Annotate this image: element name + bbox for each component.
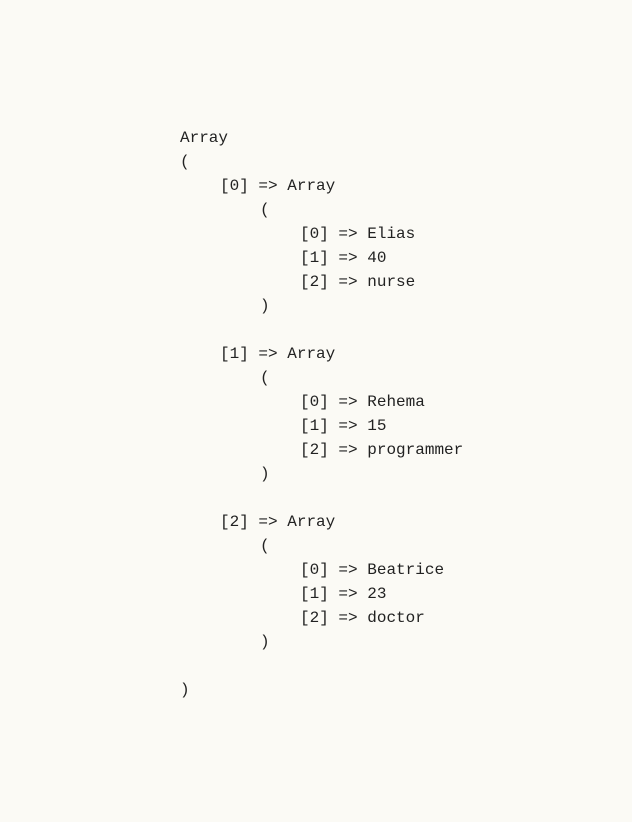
item-value: programmer (367, 441, 463, 459)
entry-index: [1] (220, 345, 249, 363)
item-key: [0] (300, 225, 329, 243)
arrow: => (338, 609, 357, 627)
entry-header: [1] => Array (180, 342, 632, 366)
item-key: [1] (300, 417, 329, 435)
array-item: [1] => 15 (180, 414, 632, 438)
entry-index: [0] (220, 177, 249, 195)
array-header: Array (180, 126, 632, 150)
arrow: => (338, 441, 357, 459)
item-value: Beatrice (367, 561, 444, 579)
open-paren: ( (180, 150, 632, 174)
array-item: [0] => Beatrice (180, 558, 632, 582)
inner-open-paren: ( (180, 534, 632, 558)
item-key: [2] (300, 273, 329, 291)
arrow: => (258, 177, 277, 195)
item-key: [2] (300, 441, 329, 459)
array-item: [2] => doctor (180, 606, 632, 630)
arrow: => (338, 225, 357, 243)
item-value: 15 (367, 417, 386, 435)
inner-open-paren: ( (180, 198, 632, 222)
item-value: doctor (367, 609, 425, 627)
entry-header: [2] => Array (180, 510, 632, 534)
item-key: [0] (300, 561, 329, 579)
inner-array-label: Array (287, 345, 335, 363)
item-value: 23 (367, 585, 386, 603)
inner-close-paren: ) (180, 294, 632, 318)
entry-header: [0] => Array (180, 174, 632, 198)
entry-index: [2] (220, 513, 249, 531)
item-value: nurse (367, 273, 415, 291)
arrow: => (338, 561, 357, 579)
inner-open-paren: ( (180, 366, 632, 390)
array-item: [2] => nurse (180, 270, 632, 294)
arrow: => (338, 249, 357, 267)
arrow: => (338, 585, 357, 603)
arrow: => (338, 393, 357, 411)
blank-line (180, 318, 632, 342)
array-item: [2] => programmer (180, 438, 632, 462)
arrow: => (258, 345, 277, 363)
inner-close-paren: ) (180, 630, 632, 654)
array-item: [0] => Elias (180, 222, 632, 246)
array-item: [1] => 23 (180, 582, 632, 606)
inner-close-paren: ) (180, 462, 632, 486)
item-key: [0] (300, 393, 329, 411)
array-dump: Array([0] => Array([0] => Elias[1] => 40… (180, 126, 632, 702)
arrow: => (258, 513, 277, 531)
inner-array-label: Array (287, 177, 335, 195)
arrow: => (338, 273, 357, 291)
blank-line (180, 654, 632, 678)
blank-line (180, 486, 632, 510)
item-value: Elias (367, 225, 415, 243)
array-item: [1] => 40 (180, 246, 632, 270)
item-value: 40 (367, 249, 386, 267)
item-value: Rehema (367, 393, 425, 411)
close-paren: ) (180, 678, 632, 702)
inner-array-label: Array (287, 513, 335, 531)
array-item: [0] => Rehema (180, 390, 632, 414)
item-key: [2] (300, 609, 329, 627)
item-key: [1] (300, 585, 329, 603)
item-key: [1] (300, 249, 329, 267)
arrow: => (338, 417, 357, 435)
